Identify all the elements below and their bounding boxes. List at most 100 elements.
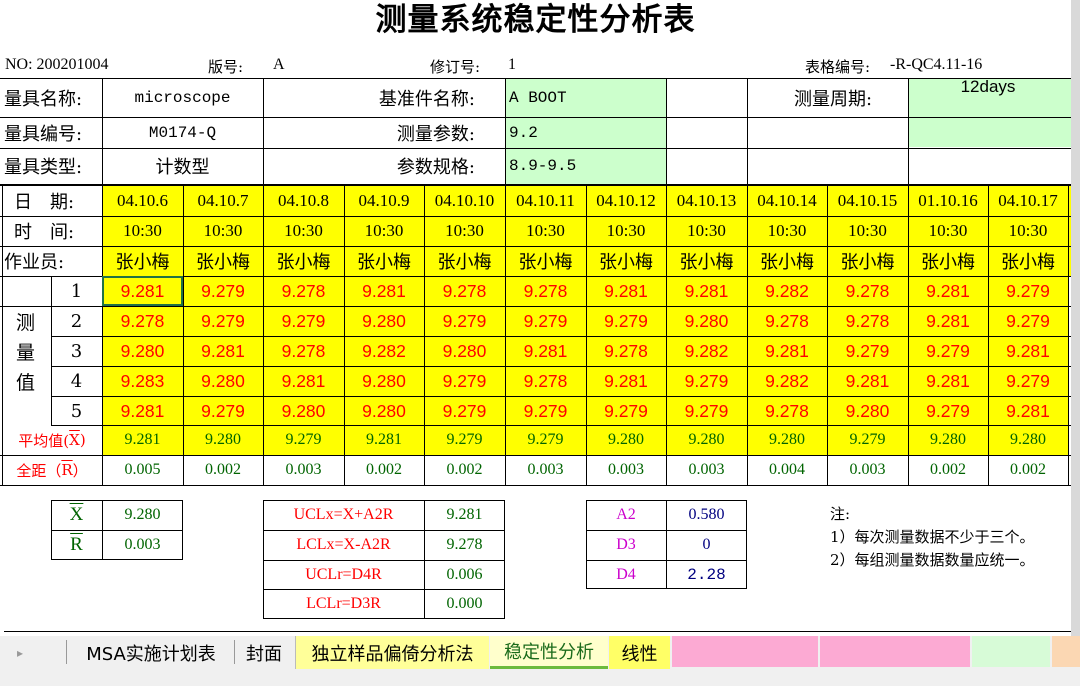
operator-cell[interactable]: 张小梅 — [424, 246, 505, 276]
measurement-cell[interactable]: 9.280 — [344, 306, 424, 336]
measurement-cell[interactable]: 9.282 — [747, 276, 827, 306]
tab-hidden-4[interactable] — [1052, 636, 1080, 667]
measurement-cell[interactable]: 9.278 — [102, 306, 183, 336]
ref-name-value[interactable]: A BOOT — [509, 79, 666, 117]
measurement-cell[interactable]: 9.279 — [666, 366, 747, 396]
measurement-cell[interactable]: 9.280 — [827, 396, 908, 426]
measurement-cell[interactable]: 9.280 — [102, 336, 183, 366]
tab-hidden-3[interactable] — [972, 636, 1050, 667]
d4-value[interactable]: 2.28 — [666, 560, 747, 589]
time-cell[interactable]: 10:30 — [344, 216, 424, 246]
measurement-cell[interactable]: 9.281 — [183, 336, 263, 366]
measurement-cell[interactable]: 9.280 — [344, 396, 424, 426]
operator-cell[interactable]: 张小梅 — [666, 246, 747, 276]
measurement-cell[interactable]: 9.281 — [908, 276, 988, 306]
measurement-cell[interactable]: 9.279 — [183, 276, 263, 306]
operator-cell[interactable]: 张小梅 — [505, 246, 586, 276]
gauge-type-value[interactable]: 计数型 — [102, 148, 263, 184]
measurement-cell[interactable]: 9.279 — [505, 306, 586, 336]
time-cell[interactable]: 10:30 — [908, 216, 988, 246]
tab-cover[interactable]: 封面 — [236, 636, 292, 669]
operator-cell[interactable]: 张小梅 — [908, 246, 988, 276]
measurement-cell[interactable]: 9.281 — [263, 366, 344, 396]
measurement-cell[interactable]: 9.279 — [424, 396, 505, 426]
time-cell[interactable]: 10:30 — [505, 216, 586, 246]
date-cell[interactable]: 04.10.10 — [424, 185, 505, 216]
cycle-value[interactable]: 12days — [908, 76, 1068, 98]
date-cell[interactable]: 04.10.8 — [263, 185, 344, 216]
measurement-cell[interactable]: 9.281 — [505, 336, 586, 366]
tab-stability-analysis[interactable]: 稳定性分析 — [490, 636, 608, 669]
tab-scroll-left-icon[interactable]: ▸ — [0, 636, 40, 669]
measurement-cell[interactable]: 9.281 — [988, 396, 1068, 426]
measurement-cell[interactable]: 9.280 — [263, 396, 344, 426]
measurement-cell[interactable]: 9.278 — [586, 336, 666, 366]
date-cell[interactable]: 04.10.15 — [827, 185, 908, 216]
measurement-cell[interactable]: 9.279 — [183, 306, 263, 336]
operator-cell[interactable]: 张小梅 — [988, 246, 1068, 276]
lclx-value[interactable]: 9.278 — [424, 530, 505, 560]
operator-cell[interactable]: 张小梅 — [183, 246, 263, 276]
date-cell[interactable]: 04.10.7 — [183, 185, 263, 216]
measurement-cell[interactable]: 9.280 — [424, 336, 505, 366]
operator-cell[interactable]: 张小梅 — [827, 246, 908, 276]
measurement-cell[interactable]: 9.279 — [505, 396, 586, 426]
measurement-cell[interactable]: 9.279 — [586, 306, 666, 336]
measurement-cell[interactable]: 9.282 — [666, 336, 747, 366]
date-cell[interactable]: 01.10.16 — [908, 185, 988, 216]
measurement-cell[interactable]: 9.279 — [183, 396, 263, 426]
measurement-cell[interactable]: 9.279 — [908, 336, 988, 366]
operator-cell[interactable]: 张小梅 — [263, 246, 344, 276]
operator-cell[interactable]: 张小梅 — [102, 246, 183, 276]
measurement-cell[interactable]: 9.279 — [424, 306, 505, 336]
measurement-cell[interactable]: 9.281 — [908, 306, 988, 336]
measurement-cell[interactable]: 9.278 — [827, 276, 908, 306]
measurement-cell[interactable]: 9.279 — [827, 336, 908, 366]
date-cell[interactable]: 04.10.14 — [747, 185, 827, 216]
gauge-no-value[interactable]: M0174-Q — [102, 117, 263, 148]
time-cell[interactable]: 10:30 — [102, 216, 183, 246]
rbar-value[interactable]: 0.003 — [102, 530, 183, 560]
measurement-cell[interactable]: 9.278 — [505, 276, 586, 306]
measurement-cell[interactable]: 9.281 — [666, 276, 747, 306]
param-value[interactable]: 9.2 — [509, 117, 666, 148]
measurement-cell[interactable]: 9.279 — [908, 396, 988, 426]
operator-cell[interactable]: 张小梅 — [586, 246, 666, 276]
operator-cell[interactable]: 张小梅 — [747, 246, 827, 276]
measurement-cell[interactable]: 9.279 — [988, 366, 1068, 396]
date-cell[interactable]: 04.10.6 — [102, 185, 183, 216]
measurement-cell[interactable]: 9.278 — [505, 366, 586, 396]
measurement-cell[interactable]: 9.282 — [344, 336, 424, 366]
measurement-cell[interactable]: 9.281 — [988, 336, 1068, 366]
measurement-cell[interactable]: 9.281 — [908, 366, 988, 396]
measurement-cell[interactable]: 9.278 — [424, 276, 505, 306]
a2-value[interactable]: 0.580 — [666, 500, 747, 530]
operator-cell[interactable]: 张小梅 — [344, 246, 424, 276]
measurement-cell[interactable]: 9.278 — [747, 306, 827, 336]
uclr-value[interactable]: 0.006 — [424, 560, 505, 589]
lclr-value[interactable]: 0.000 — [424, 589, 505, 619]
measurement-cell[interactable]: 9.280 — [666, 306, 747, 336]
measurement-cell[interactable]: 9.278 — [263, 336, 344, 366]
tab-msa-plan[interactable]: MSA实施计划表 — [70, 636, 232, 669]
measurement-cell[interactable]: 9.279 — [988, 306, 1068, 336]
measurement-cell[interactable]: 9.280 — [183, 366, 263, 396]
measurement-cell[interactable]: 9.279 — [586, 396, 666, 426]
tab-hidden-1[interactable] — [672, 636, 818, 667]
measurement-cell[interactable]: 9.281 — [586, 366, 666, 396]
measurement-cell[interactable]: 9.281 — [102, 396, 183, 426]
spec-value[interactable]: 8.9-9.5 — [509, 148, 666, 184]
date-cell[interactable]: 04.10.11 — [505, 185, 586, 216]
date-cell[interactable]: 04.10.13 — [666, 185, 747, 216]
measurement-cell[interactable]: 9.279 — [424, 366, 505, 396]
measurement-cell[interactable]: 9.278 — [263, 276, 344, 306]
date-cell[interactable]: 04.10.17 — [988, 185, 1068, 216]
measurement-cell[interactable]: 9.283 — [102, 366, 183, 396]
measurement-cell[interactable]: 9.280 — [344, 366, 424, 396]
measurement-cell[interactable]: 9.279 — [263, 306, 344, 336]
measurement-cell[interactable]: 9.279 — [988, 276, 1068, 306]
uclx-value[interactable]: 9.281 — [424, 500, 505, 530]
measurement-cell[interactable]: 9.281 — [747, 336, 827, 366]
time-cell[interactable]: 10:30 — [747, 216, 827, 246]
xbarbar-value[interactable]: 9.280 — [102, 500, 183, 530]
